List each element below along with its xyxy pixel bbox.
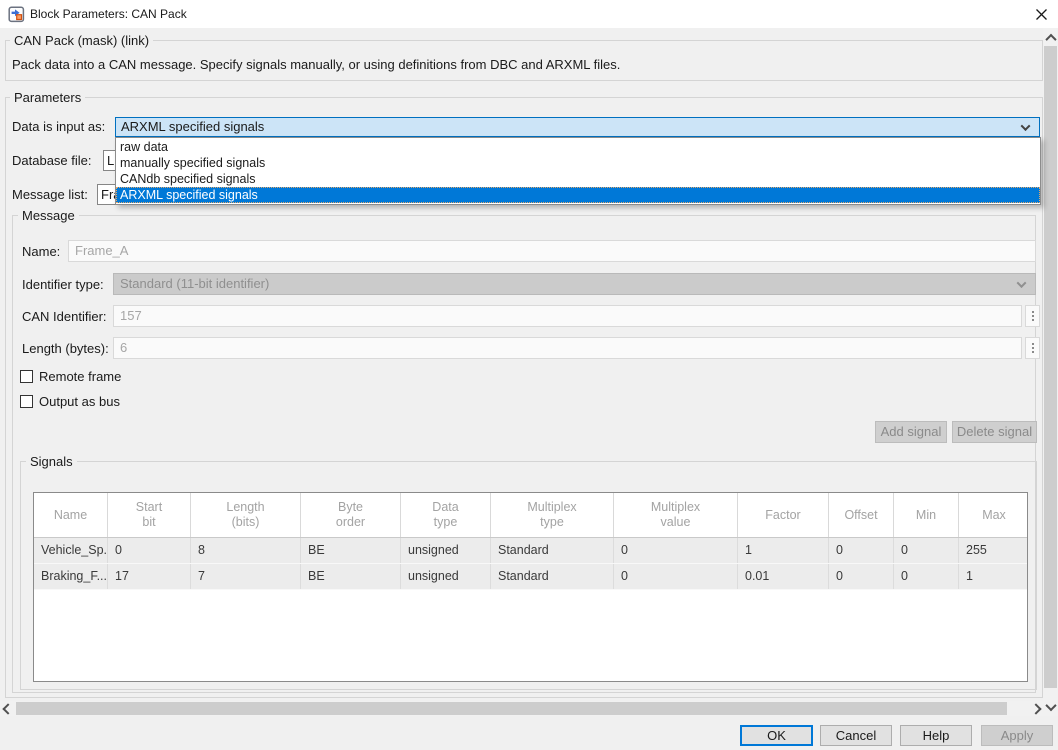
chevron-left-icon [1, 702, 14, 715]
help-button[interactable]: Help [900, 725, 972, 746]
data-input-combobox[interactable]: ARXML specified signals [115, 117, 1040, 137]
length-bytes-spinner-button [1025, 337, 1040, 359]
column-header: Min [894, 493, 959, 537]
name-label: Name: [22, 244, 61, 259]
scroll-up-button[interactable] [1043, 30, 1058, 45]
column-header: Offset [829, 493, 894, 537]
name-field-value: Frame_A [75, 243, 129, 258]
table-cell[interactable]: 1 [959, 564, 1027, 589]
remote-frame-label: Remote frame [39, 369, 122, 384]
mask-description: Pack data into a CAN message. Specify si… [12, 57, 621, 72]
table-row[interactable]: Vehicle_Sp... 0 8 BE unsigned Standard 0 1 0 0 255 [34, 538, 1027, 564]
column-header: Length (bits) [191, 493, 301, 537]
apply-button: Apply [981, 725, 1053, 746]
mask-groupbox-label: CAN Pack (mask) (link) [10, 33, 154, 48]
horizontal-scrollbar-thumb[interactable] [16, 702, 1007, 715]
table-cell[interactable]: Braking_F... [34, 564, 108, 589]
table-cell[interactable]: 7 [191, 564, 301, 589]
output-as-bus-checkbox[interactable] [20, 395, 33, 408]
message-groupbox-label: Message [18, 208, 79, 223]
table-cell[interactable]: Vehicle_Sp... [34, 538, 108, 563]
scroll-right-button[interactable] [1028, 701, 1043, 716]
table-cell[interactable]: 0 [894, 564, 959, 589]
dropdown-option[interactable]: manually specified signals [116, 155, 1040, 171]
identifier-type-label: Identifier type: [22, 277, 104, 292]
database-file-label: Database file: [12, 153, 92, 168]
table-cell[interactable]: 8 [191, 538, 301, 563]
identifier-type-value: Standard (11-bit identifier) [120, 276, 270, 291]
column-header: Name [34, 493, 108, 537]
table-cell[interactable]: 1 [738, 538, 829, 563]
vertical-dots-icon [1031, 347, 1034, 349]
window-title: Block Parameters: CAN Pack [30, 7, 187, 21]
identifier-type-combobox: Standard (11-bit identifier) [113, 273, 1036, 295]
chevron-up-icon [1044, 33, 1057, 45]
data-input-label: Data is input as: [12, 119, 106, 134]
can-identifier-field: 157 [113, 305, 1022, 327]
data-input-dropdown-list: raw data manually specified signals CANdb … [115, 137, 1041, 205]
close-icon [1035, 8, 1047, 20]
vertical-dots-icon [1031, 315, 1034, 317]
dropdown-option[interactable]: ARXML specified signals [116, 187, 1040, 203]
remote-frame-checkbox[interactable] [20, 370, 33, 383]
name-field: Frame_A [68, 240, 1036, 262]
length-bytes-value: 6 [120, 340, 128, 355]
column-header: Max [982, 507, 1006, 522]
dropdown-option[interactable]: CANdb specified signals [116, 171, 1040, 187]
signals-groupbox-label: Signals [26, 454, 77, 469]
scroll-down-button[interactable] [1043, 699, 1058, 714]
length-bytes-label: Length (bytes): [22, 341, 109, 356]
can-identifier-spinner-button [1025, 305, 1040, 327]
table-cell[interactable]: BE [301, 564, 401, 589]
close-button[interactable] [1024, 0, 1058, 28]
table-cell[interactable]: 0 [614, 538, 738, 563]
dropdown-option[interactable]: raw data [116, 139, 1040, 155]
chevron-down-icon [1044, 699, 1057, 711]
table-cell[interactable]: unsigned [401, 538, 491, 563]
scroll-left-button[interactable] [0, 701, 15, 716]
table-cell[interactable]: 0 [108, 538, 191, 563]
table-cell[interactable]: 255 [959, 538, 1027, 563]
signals-table: Name Start bit Length (bits) Byte order Data… [33, 492, 1028, 682]
column-header: Byte order [301, 493, 401, 537]
column-header: Start bit [108, 493, 191, 537]
vertical-scrollbar-thumb[interactable] [1044, 46, 1057, 688]
column-header: Data type [401, 493, 491, 537]
table-cell[interactable]: Standard [491, 564, 614, 589]
chevron-right-icon [1029, 702, 1042, 715]
can-identifier-value: 157 [120, 308, 142, 323]
column-header: Multiplex value [614, 493, 738, 537]
table-cell[interactable]: unsigned [401, 564, 491, 589]
table-cell[interactable]: 0 [829, 564, 894, 589]
data-input-combobox-value: ARXML specified signals [121, 119, 265, 134]
table-cell[interactable]: 0 [614, 564, 738, 589]
table-cell[interactable]: 0.01 [738, 564, 829, 589]
column-header: Factor [738, 493, 829, 537]
simulink-block-icon [8, 6, 25, 23]
length-bytes-field: 6 [113, 337, 1022, 359]
block-parameters-dialog: Block Parameters: CAN Pack CAN Pack (mas… [0, 0, 1058, 750]
column-header: Multiplex type [491, 493, 614, 537]
can-identifier-label: CAN Identifier: [22, 309, 107, 324]
table-row[interactable]: Braking_F... 17 7 BE unsigned Standard 0 0.01 0 0… [34, 564, 1027, 590]
delete-signal-button: Delete signal [952, 421, 1037, 443]
cancel-button[interactable]: Cancel [820, 725, 892, 746]
chevron-down-icon [1016, 278, 1027, 289]
chevron-down-icon [1020, 121, 1031, 132]
output-as-bus-label: Output as bus [39, 394, 120, 409]
signals-table-body: Vehicle_Sp... 0 8 BE unsigned Standard 0 1 0 0 255… [34, 538, 1027, 590]
table-cell[interactable]: 0 [894, 538, 959, 563]
signals-table-header: Name Start bit Length (bits) Byte order Data… [34, 493, 1027, 538]
table-cell[interactable]: 0 [829, 538, 894, 563]
ok-button[interactable]: OK [740, 725, 813, 746]
table-cell[interactable]: 17 [108, 564, 191, 589]
title-bar: Block Parameters: CAN Pack [0, 0, 1058, 28]
add-signal-button: Add signal [875, 421, 947, 443]
message-list-label: Message list: [12, 187, 88, 202]
table-cell[interactable]: Standard [491, 538, 614, 563]
parameters-groupbox-label: Parameters [10, 90, 86, 105]
table-cell[interactable]: BE [301, 538, 401, 563]
